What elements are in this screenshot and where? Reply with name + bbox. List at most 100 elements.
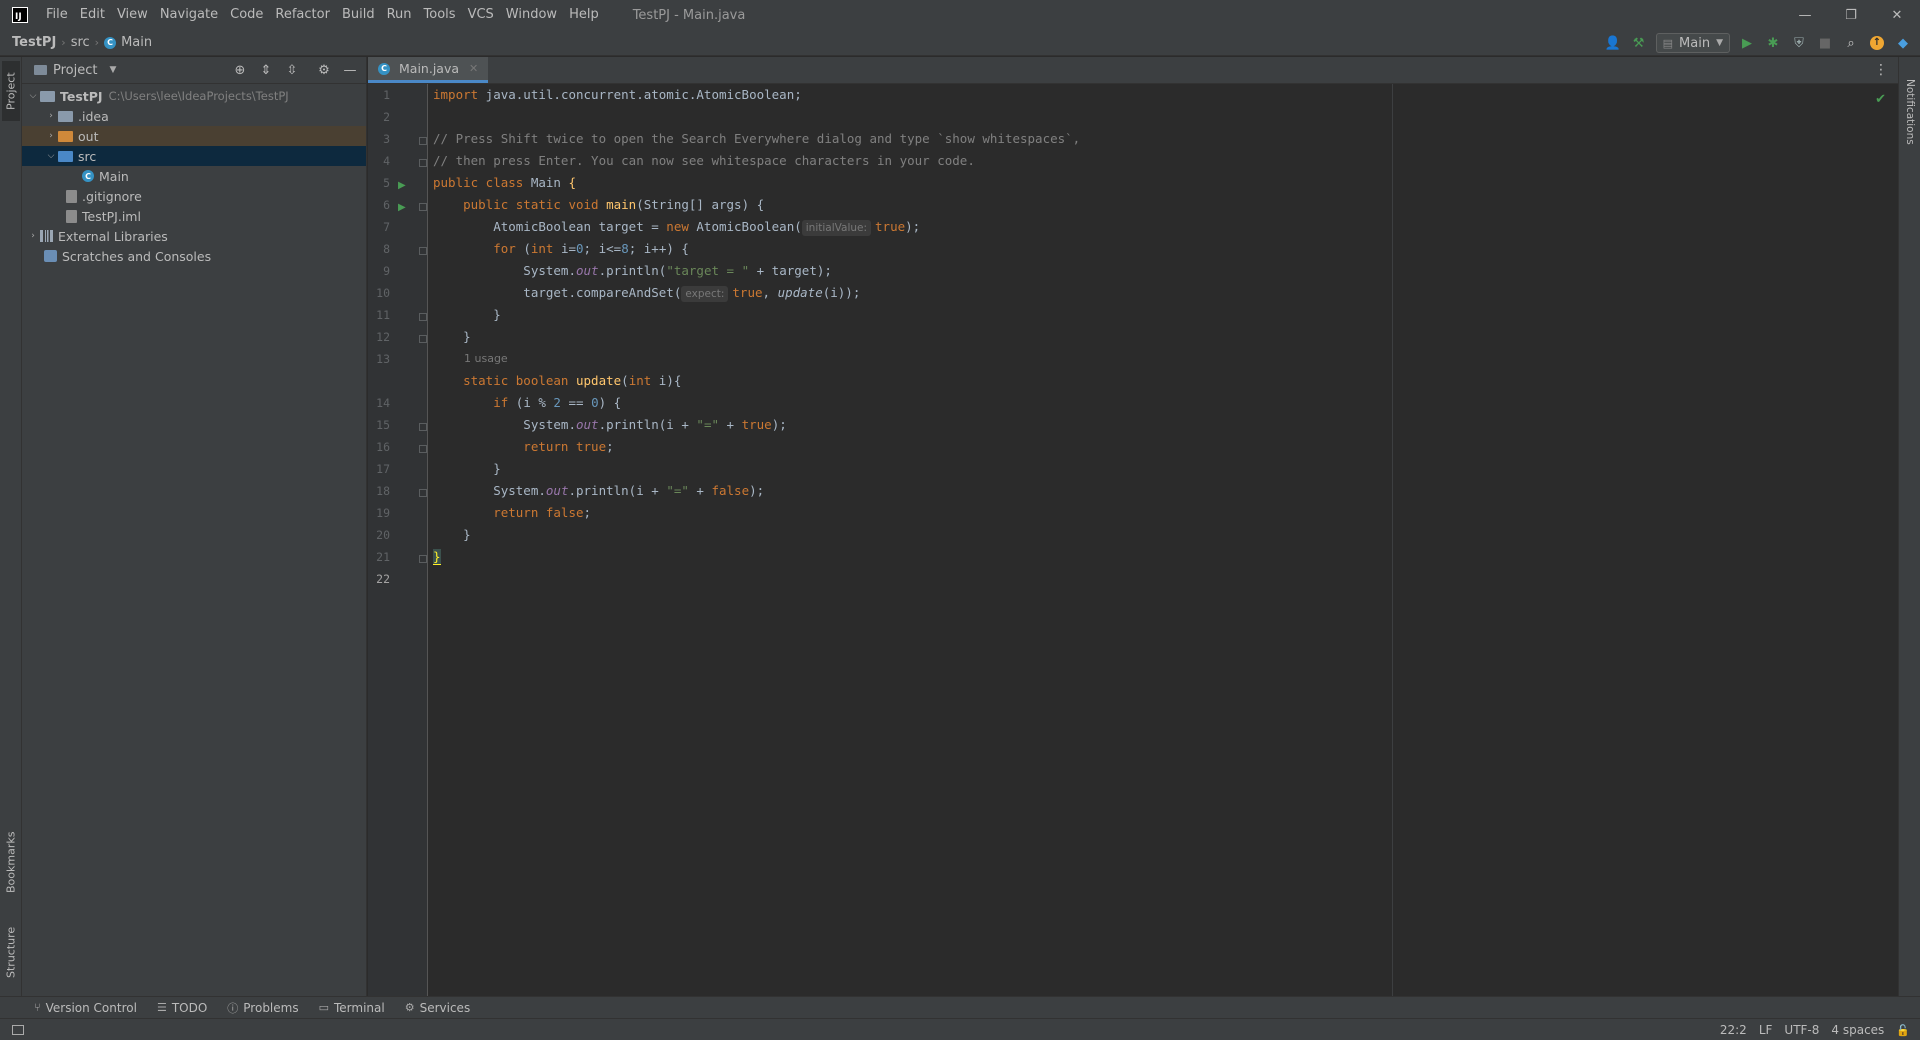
fold-marker-icon[interactable] (419, 137, 427, 145)
debug-icon[interactable]: ✱ (1764, 34, 1782, 52)
code-line: // then press Enter. You can now see whi… (433, 153, 975, 168)
run-gutter-icon[interactable]: ▶ (398, 202, 406, 213)
build-hammer-icon[interactable]: ⚒ (1630, 34, 1648, 52)
coverage-icon[interactable]: ⛨ (1790, 34, 1808, 52)
tool-window-notifications[interactable]: Notifications (1901, 67, 1919, 157)
tool-window-version-control[interactable]: ⑂ Version Control (34, 1001, 137, 1015)
line-number: 16 (376, 440, 390, 454)
run-gutter-icon[interactable]: ▶ (398, 180, 406, 191)
tree-item-gitignore[interactable]: .gitignore (22, 186, 366, 206)
fold-marker-icon[interactable] (419, 203, 427, 211)
title-bar: IJ File Edit View Navigate Code Refactor… (0, 0, 1920, 30)
list-icon: ☰ (156, 1001, 167, 1014)
tree-item-src[interactable]: ⌵ src (22, 146, 366, 166)
collapse-all-icon[interactable]: ⇳ (284, 63, 300, 79)
menu-view[interactable]: View (111, 0, 154, 30)
chevron-down-icon[interactable]: ⌵ (44, 151, 58, 161)
tool-window-terminal[interactable]: ▭ Terminal (319, 1001, 385, 1015)
tab-main-java[interactable]: C Main.java ✕ (368, 57, 489, 83)
breadcrumb-separator-icon: › (61, 36, 66, 49)
menu-code[interactable]: Code (224, 0, 269, 30)
fold-marker-icon[interactable] (419, 423, 427, 431)
minimize-button[interactable]: — (1782, 0, 1828, 30)
menu-run[interactable]: Run (381, 0, 418, 30)
file-encoding[interactable]: UTF-8 (1784, 1023, 1819, 1037)
restore-button[interactable]: ❐ (1828, 0, 1874, 30)
stop-icon[interactable]: ■ (1816, 34, 1834, 52)
line-number: 6 (383, 198, 390, 212)
code-line: System.out.println("target = " + target)… (433, 263, 832, 278)
tree-item-out[interactable]: › out (22, 126, 366, 146)
code-editor[interactable]: ✔ import java.util.concurrent.atomic.Ato… (429, 84, 1900, 996)
code-line: AtomicBoolean target = new AtomicBoolean… (433, 219, 921, 236)
menu-window[interactable]: Window (500, 0, 563, 30)
project-view-selector[interactable]: Project (53, 63, 97, 78)
fold-marker-icon[interactable] (419, 335, 427, 343)
fold-marker-icon[interactable] (419, 445, 427, 453)
tree-item-idea[interactable]: › .idea (22, 106, 366, 126)
close-window-button[interactable]: ✕ (1874, 0, 1920, 30)
fold-marker-icon[interactable] (419, 159, 427, 167)
no-problems-check-icon[interactable]: ✔ (1875, 92, 1886, 107)
tool-window-todo[interactable]: ☰ TODO (157, 1001, 207, 1015)
indent-setting[interactable]: 4 spaces (1831, 1023, 1884, 1037)
line-separator[interactable]: LF (1759, 1023, 1773, 1037)
close-tab-icon[interactable]: ✕ (469, 62, 478, 75)
lock-icon[interactable]: 🔓 (1896, 1024, 1910, 1037)
menu-navigate[interactable]: Navigate (154, 0, 224, 30)
tool-window-project[interactable]: Project (2, 61, 20, 121)
menu-help[interactable]: Help (563, 0, 605, 30)
more-options-icon[interactable]: ⋮ (1874, 62, 1888, 78)
window-title: TestPJ - Main.java (632, 7, 746, 23)
menu-tools[interactable]: Tools (418, 0, 462, 30)
module-file-icon (66, 209, 77, 223)
fold-marker-icon[interactable] (419, 247, 427, 255)
tool-window-problems[interactable]: ⓘ Problems (227, 1000, 298, 1016)
tree-item-external-libraries[interactable]: › External Libraries (22, 226, 366, 246)
run-icon[interactable]: ▶ (1738, 34, 1756, 52)
usages-hint[interactable]: 1 usage (464, 352, 508, 365)
expand-all-icon[interactable]: ⇕ (258, 63, 274, 79)
menu-file[interactable]: File (40, 0, 74, 30)
intellij-logo-icon[interactable]: IJ (12, 7, 28, 23)
tree-item-scratches[interactable]: Scratches and Consoles (22, 246, 366, 266)
menu-build[interactable]: Build (336, 0, 381, 30)
fold-marker-icon[interactable] (419, 313, 427, 321)
update-icon[interactable]: ↑ (1868, 34, 1886, 52)
tree-item-root[interactable]: ⌵ TestPJ C:\Users\lee\IdeaProjects\TestP… (22, 86, 366, 106)
user-account-icon[interactable]: 👤 (1604, 34, 1622, 52)
menu-refactor[interactable]: Refactor (269, 0, 336, 30)
chevron-right-icon[interactable]: › (44, 111, 58, 121)
chevron-down-icon[interactable]: ⌵ (26, 91, 40, 101)
breadcrumb-main[interactable]: Main (121, 35, 152, 50)
breadcrumb-src[interactable]: src (71, 35, 90, 50)
select-opened-file-icon[interactable]: ⊕ (232, 63, 248, 79)
code-line: } (433, 527, 471, 542)
tool-window-services[interactable]: ⚙ Services (405, 1001, 470, 1015)
run-configuration-select[interactable]: ▤ Main ▼ (1655, 33, 1730, 53)
line-number: 10 (376, 286, 390, 300)
tool-window-bookmarks[interactable]: Bookmarks (2, 822, 20, 902)
breadcrumb-project[interactable]: TestPJ (12, 35, 56, 50)
fold-marker-icon[interactable] (419, 555, 427, 563)
ide-features-icon[interactable]: ◆ (1894, 34, 1912, 52)
breadcrumb: TestPJ › src › C Main (12, 35, 152, 50)
code-line: // Press Shift twice to open the Search … (433, 131, 1081, 146)
chevron-down-icon[interactable]: ▼ (109, 65, 116, 75)
libraries-icon (40, 230, 53, 242)
code-line: return false; (433, 505, 592, 520)
caret-position[interactable]: 22:2 (1720, 1023, 1747, 1037)
fold-marker-icon[interactable] (419, 489, 427, 497)
menu-vcs[interactable]: VCS (462, 0, 500, 30)
search-icon[interactable]: ⌕ (1842, 34, 1860, 52)
toggle-tool-windows-icon[interactable] (12, 1024, 24, 1035)
gear-icon[interactable]: ⚙ (316, 63, 332, 79)
chevron-right-icon[interactable]: › (44, 131, 58, 141)
tool-window-structure[interactable]: Structure (2, 917, 20, 987)
line-number: 3 (383, 132, 390, 146)
hide-panel-icon[interactable]: — (342, 63, 358, 79)
chevron-right-icon[interactable]: › (26, 231, 40, 241)
tree-item-main[interactable]: C Main (22, 166, 366, 186)
menu-edit[interactable]: Edit (74, 0, 111, 30)
tree-item-iml[interactable]: TestPJ.iml (22, 206, 366, 226)
